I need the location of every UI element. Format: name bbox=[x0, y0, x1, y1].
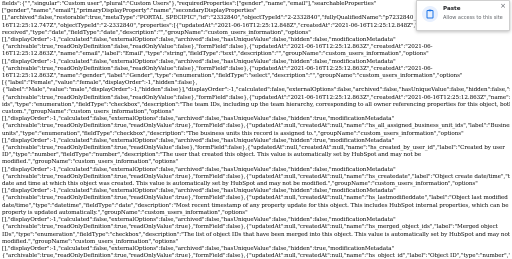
json-text-line: {"archivable":true,"readOnlyDefinition":… bbox=[2, 123, 510, 130]
json-text-line: [],"displayOrder":-1,"calculated":false,… bbox=[2, 188, 396, 195]
json-text-line: {"archivable":true,"readOnlyDefinition":… bbox=[2, 145, 505, 152]
json-text-line: property is updated automatically.","gro… bbox=[2, 209, 248, 216]
json-text-line: date/time","type":"datetime","fieldType"… bbox=[2, 202, 510, 209]
json-text-line: [],"displayOrder":-1,"calculated":false,… bbox=[2, 37, 396, 44]
json-text-line: units","type":"enumeration","fieldType":… bbox=[2, 130, 464, 137]
json-text-line: {"archivable":true,"readOnlyDefinition":… bbox=[2, 44, 433, 51]
json-text-line: date and time at which this object was c… bbox=[2, 181, 478, 188]
json-text-line: modified.","groupName":"custom_users_inf… bbox=[2, 159, 179, 166]
clipboard-permission-popup[interactable]: Paste Allow access to this site × bbox=[416, 0, 510, 31]
json-text-line: {"archivable":true,"readOnlyDefinition":… bbox=[2, 173, 510, 180]
json-text-line: custom.","groupName":"custom_users_infor… bbox=[2, 109, 174, 116]
json-text-line: [],"displayOrder":-1,"calculated":false,… bbox=[2, 137, 395, 144]
popup-title: Paste bbox=[443, 6, 461, 12]
json-text-line: [],"displayOrder":-1,"calculated":false,… bbox=[2, 245, 395, 252]
json-text-line: {"archivable":true,"readOnlyDefinition":… bbox=[2, 94, 510, 101]
json-text-line: [],"displayOrder":-1,"calculated":false,… bbox=[2, 217, 396, 224]
json-text-line: modified.","groupName":"custom_users_inf… bbox=[2, 238, 179, 245]
json-text-line: 16T12:25:12.863Z","name":"email","label"… bbox=[2, 51, 429, 58]
json-text-line: [],"displayOrder":-1,"calculated":false,… bbox=[2, 58, 396, 65]
json-text-line: [{"label":"Female","value":"female","dis… bbox=[2, 80, 198, 87]
json-text-line: ID","type":"number","fieldType":"number"… bbox=[2, 152, 422, 159]
json-text-line: 16T12:25:12.863Z","name":"gender","label… bbox=[2, 73, 463, 80]
json-text-line: {"label":"Male","value":"male","displayO… bbox=[2, 87, 510, 94]
json-text-line: [],"displayOrder":-1,"calculated":false,… bbox=[2, 166, 396, 173]
json-text-line: {"archivable":true,"readOnlyDefinition":… bbox=[2, 65, 433, 72]
json-text-line: {"archivable":true,"readOnlyDefinition":… bbox=[2, 253, 510, 258]
json-text-line: {"archivable":true,"readOnlyDefinition":… bbox=[2, 224, 498, 231]
json-text-line: IDs","type":"enumeration","fieldType":"c… bbox=[2, 231, 510, 238]
json-text-line: {"archivable":true,"readOnlyDefinition":… bbox=[2, 195, 508, 202]
popup-subtitle: Allow access to this site bbox=[443, 15, 503, 21]
clipboard-icon bbox=[422, 6, 438, 22]
json-text-line: [],"displayOrder":-1,"calculated":false,… bbox=[2, 116, 395, 123]
json-text-body: fields":{"","singular":"Custom user","pl… bbox=[2, 1, 510, 258]
json-text-line: ids","type":"enumeration","fieldType":"c… bbox=[2, 101, 510, 108]
close-icon[interactable]: × bbox=[500, 3, 506, 10]
